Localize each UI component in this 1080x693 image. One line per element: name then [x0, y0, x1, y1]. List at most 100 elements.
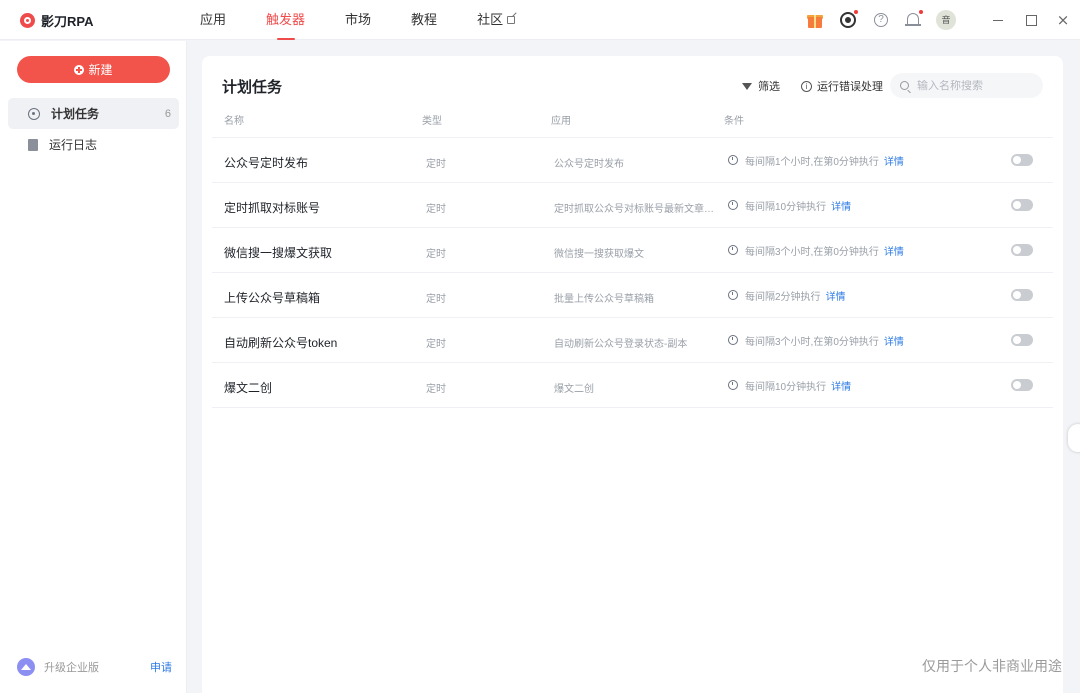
enable-toggle[interactable]	[1011, 154, 1033, 166]
detail-link[interactable]: 详情	[884, 333, 904, 348]
detail-link[interactable]: 详情	[884, 243, 904, 258]
task-name[interactable]: 定时抓取对标账号	[224, 199, 320, 216]
top-bar: 影刀RPA 应用 触发器 市场 教程 社区 ? 音 ×	[0, 0, 1080, 40]
task-type: 定时	[426, 384, 446, 395]
brand: 影刀RPA	[20, 11, 93, 29]
condition-text: 每间隔1个小时,在第0分钟执行	[745, 156, 879, 168]
condition-text: 每间隔2分钟执行	[745, 291, 821, 303]
task-app: 定时抓取公众号对标账号最新文章到...	[554, 204, 720, 215]
brand-logo-icon	[20, 12, 35, 28]
error-handling-button[interactable]: i 运行错误处理	[801, 78, 883, 94]
detail-link[interactable]: 详情	[826, 288, 846, 303]
task-app: 公众号定时发布	[554, 159, 624, 170]
task-name[interactable]: 爆文二创	[224, 379, 272, 396]
notification-dot	[853, 9, 859, 15]
main-nav: 应用 触发器 市场 教程 社区	[188, 0, 543, 40]
table-row[interactable]: 爆文二创 定时 爆文二创 每间隔10分钟执行 详情	[212, 363, 1053, 408]
sidebar-item-run-log[interactable]: 运行日志	[8, 129, 179, 160]
maximize-button[interactable]	[1022, 11, 1040, 29]
alarm-clock-icon	[728, 380, 738, 390]
task-app: 爆文二创	[554, 384, 594, 395]
task-condition: 每间隔10分钟执行 详情	[728, 198, 851, 213]
alarm-clock-icon	[728, 200, 738, 210]
column-name: 名称	[224, 116, 244, 127]
tab-apps[interactable]: 应用	[188, 0, 238, 40]
watermark: 仅用于个人非商业用途	[922, 658, 1062, 674]
condition-text: 每间隔3个小时,在第0分钟执行	[745, 336, 879, 348]
sidebar-item-count: 6	[164, 107, 171, 120]
table-row[interactable]: 定时抓取对标账号 定时 定时抓取公众号对标账号最新文章到... 每间隔10分钟执行 详情	[212, 183, 1053, 228]
document-icon	[28, 138, 38, 151]
external-link-icon	[507, 16, 516, 24]
task-type: 定时	[426, 294, 446, 305]
tab-triggers[interactable]: 触发器	[254, 0, 317, 40]
close-button[interactable]: ×	[1054, 11, 1072, 29]
condition-text: 每间隔10分钟执行	[745, 201, 827, 213]
table-row[interactable]: 上传公众号草稿箱 定时 批量上传公众号草稿箱 每间隔2分钟执行 详情	[212, 273, 1053, 318]
table-row[interactable]: 公众号定时发布 定时 公众号定时发布 每间隔1个小时,在第0分钟执行 详情	[212, 138, 1053, 183]
filter-label: 筛选	[758, 81, 780, 93]
column-condition: 条件	[724, 116, 744, 127]
task-name[interactable]: 自动刷新公众号token	[224, 334, 337, 351]
condition-text: 每间隔10分钟执行	[745, 381, 827, 393]
scheduled-tasks-panel: 计划任务 筛选 i 运行错误处理 名称 类型 应用 条件 公众号定时发布定时 公众…	[202, 56, 1063, 693]
task-condition: 每间隔1个小时,在第0分钟执行 详情	[728, 153, 904, 168]
search-input[interactable]	[917, 79, 1037, 92]
column-type: 类型	[422, 116, 442, 127]
notification-dot	[918, 9, 924, 15]
search-icon	[900, 81, 909, 90]
alarm-clock-icon	[728, 155, 738, 165]
detail-link[interactable]: 详情	[831, 198, 851, 213]
sidebar: 新建 计划任务 6 运行日志 升级企业版 申请	[0, 41, 187, 693]
column-app: 应用	[551, 116, 571, 127]
new-button[interactable]: 新建	[17, 56, 170, 83]
enable-toggle[interactable]	[1011, 379, 1033, 391]
condition-text: 每间隔3个小时,在第0分钟执行	[745, 246, 879, 258]
side-panel-handle[interactable]	[1068, 424, 1080, 452]
task-type: 定时	[426, 249, 446, 260]
task-name[interactable]: 公众号定时发布	[224, 154, 308, 171]
error-handling-label: 运行错误处理	[817, 81, 883, 93]
task-condition: 每间隔10分钟执行 详情	[728, 378, 851, 393]
bell-icon[interactable]	[904, 9, 924, 29]
page-title: 计划任务	[222, 79, 283, 96]
upgrade-label: 升级企业版	[44, 662, 99, 674]
task-app: 批量上传公众号草稿箱	[554, 294, 654, 305]
enable-toggle[interactable]	[1011, 289, 1033, 301]
tab-tutorials[interactable]: 教程	[399, 0, 449, 40]
task-condition: 每间隔3个小时,在第0分钟执行 详情	[728, 243, 904, 258]
task-name[interactable]: 微信搜一搜爆文获取	[224, 244, 332, 261]
detail-link[interactable]: 详情	[884, 153, 904, 168]
new-button-label: 新建	[88, 63, 113, 77]
table-header: 名称 类型 应用 条件	[212, 112, 1053, 138]
avatar[interactable]: 音	[936, 10, 956, 30]
alarm-clock-icon	[728, 245, 738, 255]
sidebar-item-label: 计划任务	[51, 107, 100, 121]
sidebar-item-scheduled-tasks[interactable]: 计划任务 6	[8, 98, 179, 129]
gift-icon[interactable]	[806, 11, 824, 29]
task-type: 定时	[426, 204, 446, 215]
table-row[interactable]: 微信搜一搜爆文获取 定时 微信搜一搜获取爆文 每间隔3个小时,在第0分钟执行 详情	[212, 228, 1053, 273]
apply-link[interactable]: 申请	[150, 659, 172, 675]
info-icon: i	[801, 80, 812, 92]
plus-icon	[74, 64, 85, 75]
task-condition: 每间隔3个小时,在第0分钟执行 详情	[728, 333, 904, 348]
table-row[interactable]: 自动刷新公众号token 定时 自动刷新公众号登录状态-副本 每间隔3个小时,在第0分…	[212, 318, 1053, 363]
minimize-button[interactable]	[989, 11, 1007, 29]
tab-community-label: 社区	[477, 12, 504, 27]
task-name[interactable]: 上传公众号草稿箱	[224, 289, 320, 306]
enable-toggle[interactable]	[1011, 244, 1033, 256]
alarm-clock-icon	[728, 335, 738, 345]
task-condition: 每间隔2分钟执行 详情	[728, 288, 846, 303]
upgrade-banner: 升级企业版 申请	[17, 658, 172, 676]
detail-link[interactable]: 详情	[831, 378, 851, 393]
tab-market[interactable]: 市场	[333, 0, 383, 40]
help-icon[interactable]: ?	[872, 11, 890, 29]
enable-toggle[interactable]	[1011, 199, 1033, 211]
task-app: 自动刷新公众号登录状态-副本	[554, 339, 688, 350]
enable-toggle[interactable]	[1011, 334, 1033, 346]
eye-icon[interactable]	[839, 9, 859, 29]
filter-icon	[742, 82, 752, 90]
filter-button[interactable]: 筛选	[742, 78, 780, 94]
tab-community[interactable]: 社区	[465, 0, 527, 40]
